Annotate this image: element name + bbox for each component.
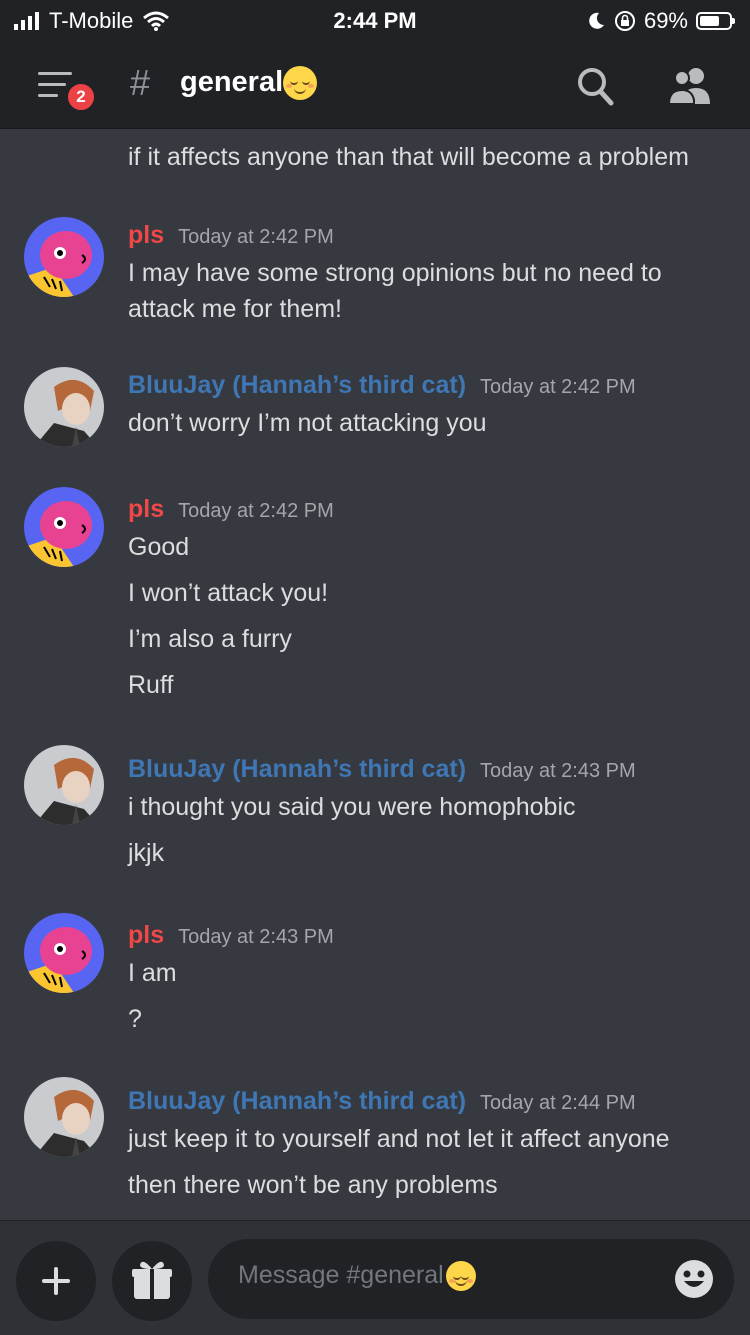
avatar-bluujay[interactable] — [24, 1077, 104, 1157]
channel-hash-icon: # — [130, 62, 151, 103]
avatar-pls[interactable] — [24, 217, 104, 297]
relieved-face-emoji-icon — [283, 66, 318, 101]
message-line: i thought you said you were homophobic — [128, 793, 576, 821]
placeholder-text: Message #general — [238, 1261, 444, 1289]
channel-name: general — [180, 66, 284, 98]
battery-percent: 69% — [643, 8, 688, 33]
message-timestamp: Today at 2:42 PM — [178, 226, 334, 248]
battery-icon — [696, 12, 735, 30]
message-line: ? — [128, 1005, 142, 1033]
message-line: I’m also a furry — [128, 625, 292, 653]
author-name: pls — [128, 921, 165, 949]
message-line: then there won’t be any problems — [128, 1171, 498, 1199]
message-line: don’t worry I’m not attacking you — [128, 409, 487, 437]
message-line: Good — [128, 533, 190, 561]
channel-title[interactable]: general — [180, 66, 318, 101]
author-name: pls — [128, 221, 165, 249]
members-icon[interactable] — [668, 66, 712, 106]
message-line: jkjk — [128, 839, 165, 867]
message-line: I am — [128, 959, 177, 987]
message-line: I won’t attack you! — [128, 579, 329, 607]
author-name: BluuJay (Hannah’s third cat) — [128, 755, 467, 783]
relieved-face-emoji-icon — [445, 1261, 476, 1292]
message-timestamp: Today at 2:43 PM — [178, 926, 334, 948]
battery-fill — [700, 16, 719, 26]
status-right: 69% — [586, 8, 735, 34]
avatar-pls[interactable] — [24, 913, 104, 993]
author-name: BluuJay (Hannah’s third cat) — [128, 1087, 467, 1115]
avatar-pls[interactable] — [24, 487, 104, 567]
author-name: BluuJay (Hannah’s third cat) — [128, 371, 467, 399]
message-line: attack me for them! — [128, 295, 342, 323]
message-author[interactable]: pls Today at 2:42 PM — [128, 221, 334, 250]
channel-header: 2 # general — [0, 40, 750, 129]
avatar-bluujay[interactable] — [24, 367, 104, 447]
message-author[interactable]: BluuJay (Hannah’s third cat) Today at 2:4… — [128, 371, 636, 400]
message-input[interactable]: Message #general — [208, 1239, 734, 1319]
avatar-bluujay[interactable] — [24, 745, 104, 825]
message-timestamp: Today at 2:44 PM — [480, 1092, 636, 1114]
message-line: Ruff — [128, 671, 174, 699]
status-bar: T-Mobile 2:44 PM 69% — [0, 0, 750, 40]
message-timestamp: Today at 2:42 PM — [178, 500, 334, 522]
unread-badge: 2 — [64, 80, 98, 114]
message-author[interactable]: pls Today at 2:43 PM — [128, 921, 334, 950]
message-author[interactable]: BluuJay (Hannah’s third cat) Today at 2:4… — [128, 1087, 636, 1116]
message-list[interactable]: if it affects anyone than that will beco… — [0, 129, 750, 1220]
message-input-placeholder: Message #general — [238, 1261, 476, 1292]
emoji-icon[interactable] — [674, 1259, 714, 1299]
moon-icon — [589, 12, 604, 29]
message-timestamp: Today at 2:42 PM — [480, 376, 636, 398]
add-attachment-button[interactable] — [16, 1241, 96, 1321]
search-icon[interactable] — [576, 66, 614, 106]
message-composer: Message #general — [0, 1220, 750, 1335]
message-author[interactable]: BluuJay (Hannah’s third cat) Today at 2:4… — [128, 755, 636, 784]
gift-button[interactable] — [112, 1241, 192, 1321]
message-line: I may have some strong opinions but no n… — [128, 259, 662, 287]
rotation-lock-icon — [614, 11, 635, 31]
gift-icon — [132, 1261, 172, 1299]
message-line: just keep it to yourself and not let it … — [128, 1125, 670, 1153]
message-author[interactable]: pls Today at 2:42 PM — [128, 495, 334, 524]
message-timestamp: Today at 2:43 PM — [480, 760, 636, 782]
message-line: if it affects anyone than that will beco… — [128, 143, 689, 171]
author-name: pls — [128, 495, 165, 523]
